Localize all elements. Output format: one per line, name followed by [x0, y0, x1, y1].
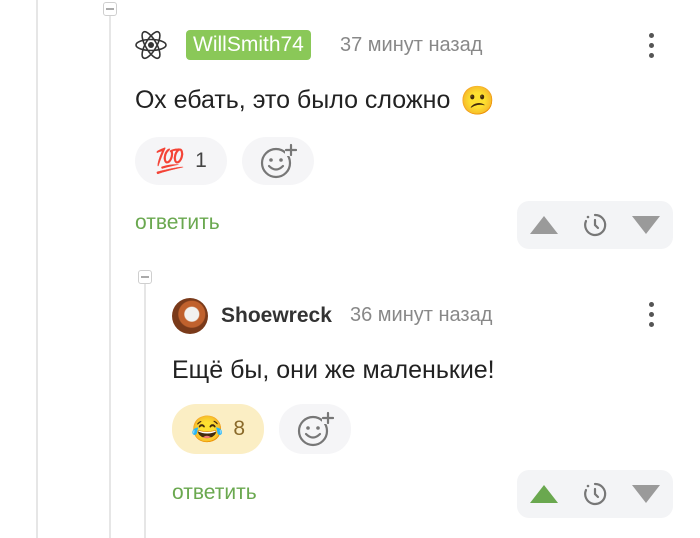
reply-link[interactable]: ответить	[172, 481, 257, 505]
downvote-icon[interactable]	[630, 483, 662, 505]
reply-link[interactable]: ответить	[135, 211, 220, 235]
comment-body: Ох ебать, это было сложно 😕	[135, 84, 495, 117]
confused-face-emoji: 😕	[460, 85, 496, 116]
tears-of-joy-emoji: 😂	[190, 413, 224, 444]
vote-panel	[517, 470, 673, 518]
reaction-pill[interactable]: 😂 8	[172, 404, 264, 454]
timer-icon[interactable]	[582, 212, 608, 238]
comment-text: Ох ебать, это было сложно	[135, 86, 451, 114]
vote-panel	[517, 201, 673, 249]
upvote-icon[interactable]	[528, 214, 560, 236]
reaction-pill[interactable]: 💯 1	[135, 137, 227, 185]
more-menu-icon[interactable]	[647, 33, 655, 58]
hundred-points-emoji: 💯	[155, 147, 186, 175]
user-avatar[interactable]	[172, 298, 208, 334]
add-reaction-button[interactable]	[279, 404, 351, 454]
author-name[interactable]: Shoewreck	[221, 304, 332, 328]
comment-time: 37 минут назад	[340, 34, 483, 56]
add-reaction-button[interactable]	[242, 137, 314, 185]
author-badge[interactable]: WillSmith74	[186, 30, 311, 60]
atom-avatar-icon[interactable]	[134, 28, 168, 62]
comment: Shoewreck 36 минут назад Ещё бы, они же …	[0, 270, 700, 538]
comment-text: Ещё бы, они же маленькие!	[172, 356, 495, 384]
add-emoji-icon	[297, 411, 334, 447]
add-emoji-icon	[260, 143, 297, 179]
comment-time: 36 минут назад	[350, 304, 493, 326]
reaction-count: 8	[233, 417, 246, 440]
more-menu-icon[interactable]	[647, 302, 655, 327]
upvote-icon[interactable]	[528, 483, 560, 505]
comment: WillSmith74 37 минут назад Ох ебать, это…	[0, 0, 700, 260]
reaction-count: 1	[195, 149, 207, 172]
timer-icon[interactable]	[582, 481, 608, 507]
downvote-icon[interactable]	[630, 214, 662, 236]
